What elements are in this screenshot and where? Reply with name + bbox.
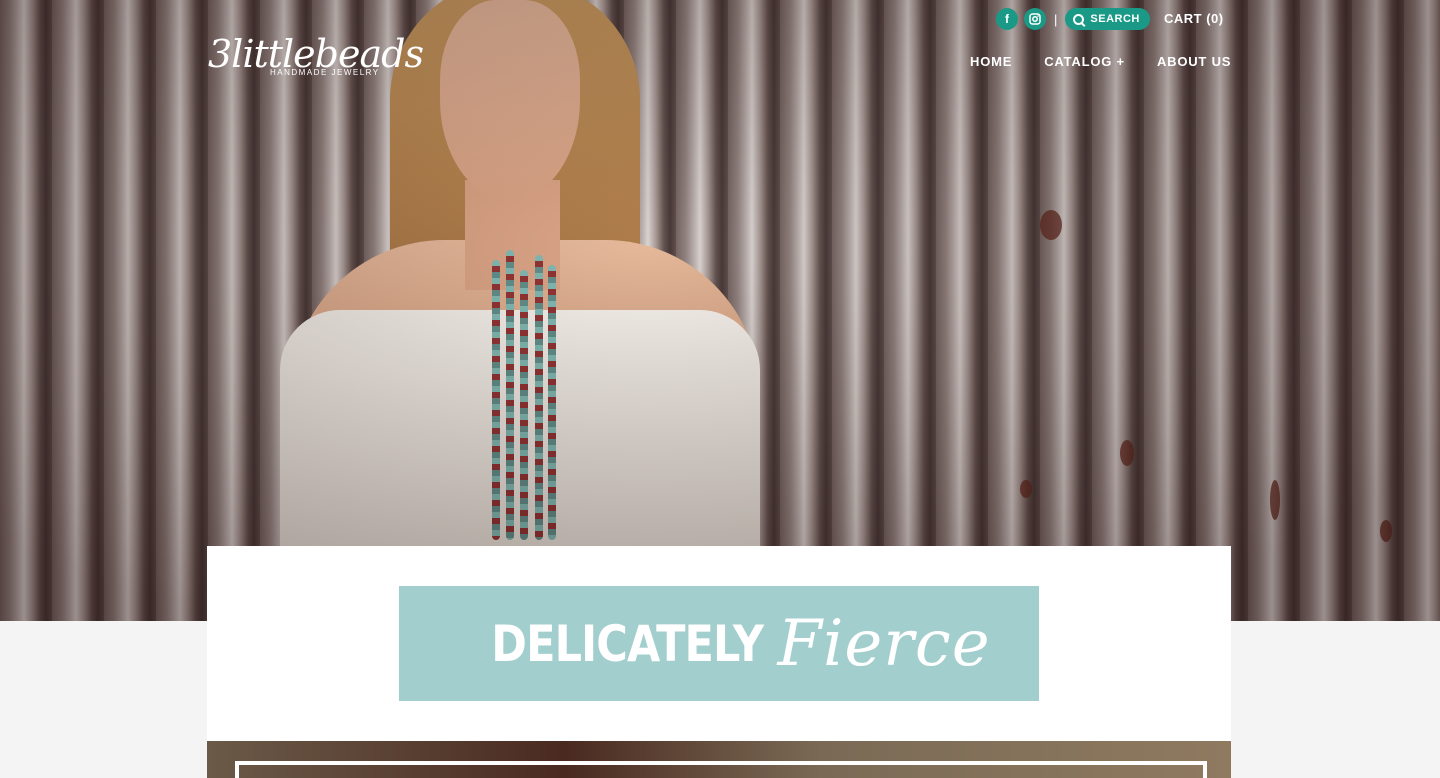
banner-text-script: Fierce <box>777 606 991 681</box>
search-button[interactable]: SEARCH <box>1065 8 1150 30</box>
nav-catalog[interactable]: CATALOG + <box>1044 54 1125 69</box>
nav-about-us[interactable]: ABOUT US <box>1157 54 1231 69</box>
content-card: DELICATELY Fierce <box>207 546 1231 741</box>
search-icon <box>1073 13 1085 25</box>
main-nav: HOME CATALOG + ABOUT US <box>970 54 1231 69</box>
utility-bar: f | SEARCH <box>996 8 1150 30</box>
banner-text-bold: DELICATELY <box>491 614 765 673</box>
nav-home[interactable]: HOME <box>970 54 1012 69</box>
hero-image <box>0 0 1440 621</box>
featured-section-image <box>207 741 1231 778</box>
facebook-icon[interactable]: f <box>996 8 1018 30</box>
promo-banner[interactable]: DELICATELY Fierce <box>399 586 1039 701</box>
separator: | <box>1054 11 1058 27</box>
cart-link[interactable]: CART (0) <box>1164 11 1224 26</box>
search-label: SEARCH <box>1090 13 1140 25</box>
featured-frame <box>235 761 1207 778</box>
logo[interactable]: 3littlebeads HANDMADE JEWELRY <box>208 34 424 77</box>
instagram-icon[interactable] <box>1024 8 1046 30</box>
